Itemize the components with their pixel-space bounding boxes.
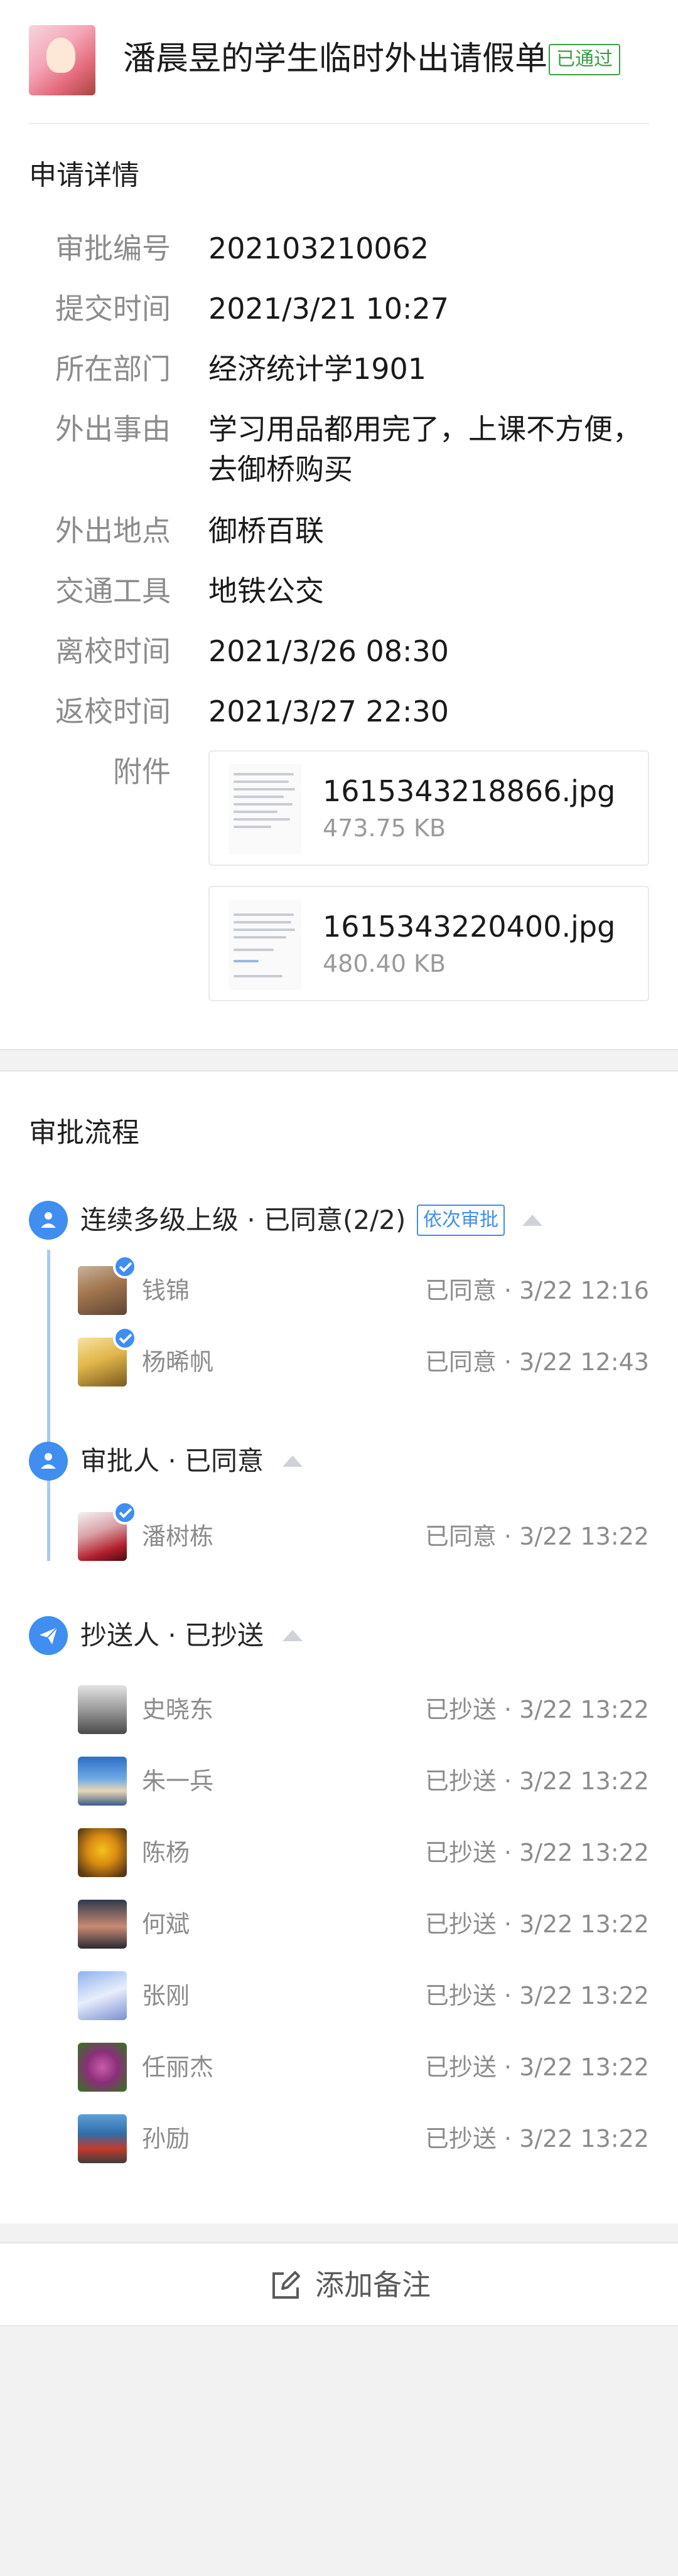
attachment-thumbnail [229, 764, 301, 854]
user-icon [29, 1201, 68, 1240]
person-row: 钱锦 已同意 · 3/22 12:16 [78, 1255, 649, 1316]
person-row: 张刚 已抄送 · 3/22 13:22 [78, 1971, 649, 2021]
detail-label: 离校时间 [55, 634, 171, 668]
check-icon [113, 1501, 137, 1525]
person-row: 任丽杰 已抄送 · 3/22 13:22 [78, 2043, 649, 2093]
attachment-name: 1615343220400.jpg [323, 910, 616, 944]
detail-label: 外出地点 [55, 514, 171, 548]
attachment-size: 473.75 KB [323, 814, 446, 842]
person-row: 朱一兵 已抄送 · 3/22 13:22 [78, 1757, 649, 1807]
detail-label: 交通工具 [55, 574, 171, 608]
person-status: 已抄送 · 3/22 13:22 [424, 2125, 649, 2153]
status-badge: 已通过 [549, 44, 620, 75]
attachment-thumbnail [229, 900, 301, 990]
person-name: 陈杨 [142, 1839, 190, 1866]
collapse-caret-icon[interactable] [282, 1456, 303, 1467]
detail-label: 返校时间 [55, 695, 171, 728]
person-name: 杨晞帆 [142, 1348, 214, 1376]
person-name: 钱锦 [142, 1277, 190, 1304]
avatar [78, 1828, 127, 1877]
avatar [78, 1900, 127, 1949]
flow-card: 审批流程 连续多级上级 · 已同意(2/2) 依次审批 钱锦 已同意 · 3/2… [0, 1072, 678, 2223]
person-name: 朱一兵 [142, 1767, 214, 1795]
person-status: 已同意 · 3/22 12:43 [424, 1348, 649, 1376]
person-status: 已同意 · 3/22 12:16 [424, 1277, 649, 1304]
user-icon [29, 1442, 68, 1481]
avatar [78, 1685, 127, 1734]
detail-value: 2021/3/26 08:30 [208, 634, 449, 668]
person-row: 孙励 已抄送 · 3/22 13:22 [78, 2114, 649, 2164]
detail-value: 经济统计学1901 [208, 352, 427, 386]
add-note-label: 添加备注 [315, 2268, 431, 2302]
section-divider [0, 1049, 678, 1072]
avatar [78, 1971, 127, 2020]
attachment-item[interactable]: 1615343218866.jpg 473.75 KB [208, 750, 649, 866]
detail-label: 审批编号 [55, 232, 171, 265]
edit-icon [272, 2271, 300, 2299]
detail-value: 御桥百联 [208, 514, 324, 548]
person-name: 任丽杰 [142, 2053, 214, 2081]
person-status: 已抄送 · 3/22 13:22 [424, 1696, 649, 1723]
applicant-avatar [29, 25, 95, 95]
attachment-name: 1615343218866.jpg [323, 774, 616, 808]
detail-label: 提交时间 [55, 292, 171, 326]
approval-page: 潘晨昱的学生临时外出请假单 已通过 申请详情 审批编号 202103210062… [0, 0, 678, 2576]
detail-value: 地铁公交 [208, 574, 324, 608]
detail-value: 202103210062 [208, 232, 429, 265]
person-row: 杨晞帆 已同意 · 3/22 12:43 [78, 1326, 649, 1388]
node-title: 连续多级上级 · 已同意(2/2) [80, 1205, 406, 1235]
header: 潘晨昱的学生临时外出请假单 已通过 [29, 25, 649, 124]
page-title: 潘晨昱的学生临时外出请假单 [123, 40, 548, 78]
detail-value: 2021/3/27 22:30 [208, 695, 449, 728]
check-icon [113, 1326, 137, 1350]
add-note-bar: 添加备注 [0, 2242, 678, 2326]
person-row: 陈杨 已抄送 · 3/22 13:22 [78, 1828, 649, 1878]
avatar [78, 2043, 127, 2092]
person-name: 孙励 [142, 2125, 190, 2153]
person-row: 潘树栋 已同意 · 3/22 13:22 [78, 1501, 649, 1562]
avatar [78, 2114, 127, 2163]
attachment-item[interactable]: 1615343220400.jpg 480.40 KB [208, 886, 649, 1001]
collapse-caret-icon[interactable] [522, 1215, 542, 1226]
person-status: 已抄送 · 3/22 13:22 [424, 1910, 649, 1938]
person-status: 已抄送 · 3/22 13:22 [424, 1839, 649, 1866]
detail-label: 所在部门 [55, 352, 171, 386]
flow-section-title: 审批流程 [29, 1117, 139, 1149]
detail-card: 潘晨昱的学生临时外出请假单 已通过 申请详情 审批编号 202103210062… [0, 0, 678, 1049]
person-row: 何斌 已抄送 · 3/22 13:22 [78, 1900, 649, 1950]
detail-value: 学习用品都用完了，上课不方便，去御桥购买 [208, 412, 642, 486]
person-name: 何斌 [142, 1910, 190, 1938]
sequential-approval-tag: 依次审批 [417, 1205, 505, 1236]
check-icon [113, 1255, 137, 1279]
collapse-caret-icon[interactable] [282, 1630, 303, 1641]
send-icon [29, 1616, 68, 1655]
avatar [78, 1757, 127, 1806]
person-status: 已抄送 · 3/22 13:22 [424, 1982, 649, 2009]
person-name: 张刚 [142, 1982, 190, 2009]
details-section-title: 申请详情 [29, 159, 139, 191]
person-name: 史晓东 [142, 1696, 214, 1723]
attachment-size: 480.40 KB [323, 950, 446, 977]
person-row: 史晓东 已抄送 · 3/22 13:22 [78, 1685, 649, 1735]
node-title: 抄送人 · 已抄送 [80, 1620, 264, 1651]
person-name: 潘树栋 [142, 1523, 214, 1550]
person-status: 已抄送 · 3/22 13:22 [424, 1767, 649, 1795]
node-title: 审批人 · 已同意 [80, 1445, 264, 1476]
detail-label: 外出事由 [55, 412, 171, 446]
detail-label: 附件 [113, 755, 171, 789]
person-status: 已抄送 · 3/22 13:22 [424, 2053, 649, 2081]
person-status: 已同意 · 3/22 13:22 [424, 1523, 649, 1550]
detail-value: 2021/3/21 10:27 [208, 292, 449, 326]
